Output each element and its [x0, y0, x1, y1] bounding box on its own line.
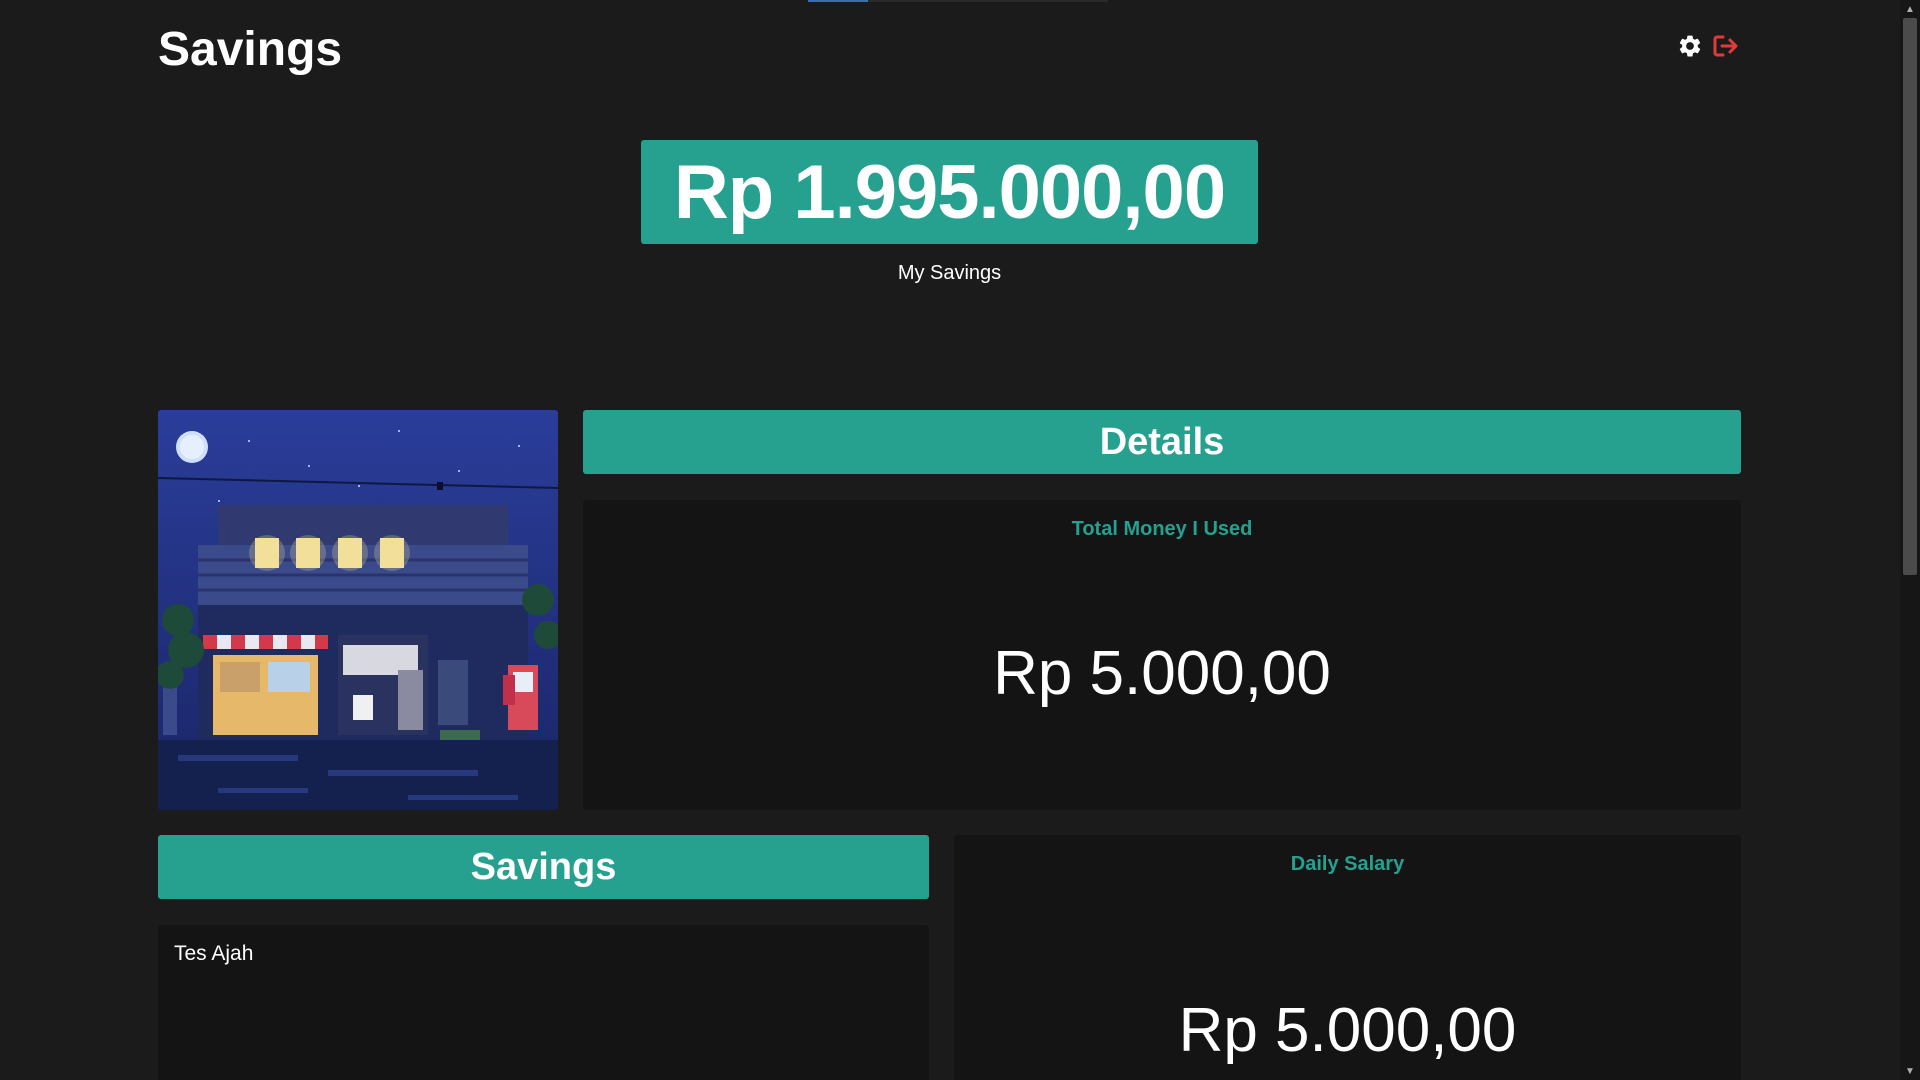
header-actions — [1676, 34, 1740, 62]
savings-header: Savings — [158, 835, 929, 899]
total-savings-caption: My Savings — [897, 262, 1002, 284]
settings-button[interactable] — [1676, 34, 1704, 62]
total-money-used-amount: Rp 5.000,00 — [993, 639, 1331, 708]
total-money-used-label: Total Money I Used — [1071, 518, 1253, 540]
page-title: Savings — [158, 23, 343, 76]
scrollbar-thumb[interactable] — [1903, 18, 1917, 575]
total-savings-banner: Rp 1.995.000,00 — [641, 140, 1258, 244]
daily-salary-card: Daily Salary Rp 5.000,00 — [954, 835, 1741, 1080]
pixel-art-shop-image — [158, 410, 558, 810]
savings-list-item[interactable]: Tes Ajah — [174, 942, 253, 966]
total-savings-amount: Rp 1.995.000,00 — [673, 149, 1226, 235]
scroll-up-arrow-icon[interactable]: ▲ — [1900, 0, 1920, 18]
page-scrollbar[interactable]: ▲ ▼ — [1900, 0, 1920, 1080]
savings-list: Tes Ajah — [158, 925, 929, 1080]
logout-icon — [1712, 33, 1740, 64]
loading-progress-bar — [808, 0, 1108, 2]
app-page: Savings Rp 1.995.000,00 My Savings Detai… — [0, 0, 1920, 1080]
total-money-used-card: Total Money I Used Rp 5.000,00 — [583, 500, 1741, 810]
loading-progress-fill — [808, 0, 868, 2]
daily-salary-label: Daily Salary — [1290, 853, 1405, 875]
details-header: Details — [583, 410, 1741, 474]
logout-button[interactable] — [1712, 34, 1740, 62]
daily-salary-amount: Rp 5.000,00 — [1178, 996, 1517, 1065]
scroll-down-arrow-icon[interactable]: ▼ — [1900, 1062, 1920, 1080]
gear-icon — [1677, 33, 1703, 64]
